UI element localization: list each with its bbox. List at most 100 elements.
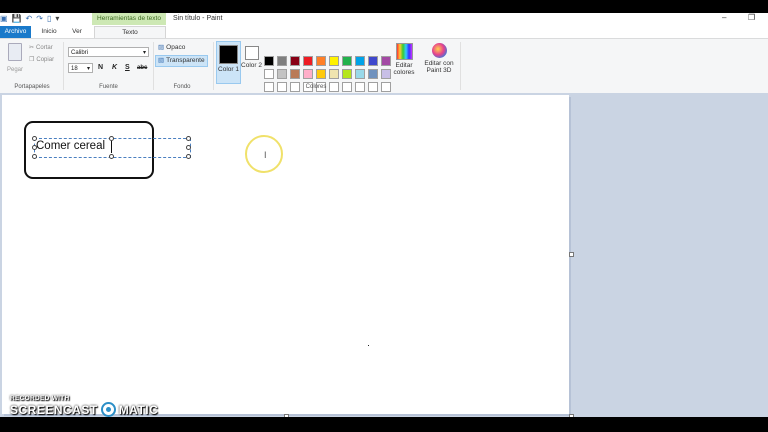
- palette-swatch[interactable]: [355, 56, 365, 66]
- title-bar: ▣ 💾 ↶ ↷ ▯ ▾ Herramientas de texto Sin tí…: [0, 13, 768, 26]
- screencast-watermark: RECORDED WITH SCREENCAST MATIC: [10, 395, 158, 417]
- palette-swatch[interactable]: [264, 56, 274, 66]
- paste-label: Pegar: [6, 67, 23, 73]
- palette-swatch[interactable]: [303, 69, 313, 79]
- chevron-down-icon: ▾: [142, 50, 146, 56]
- resize-handle[interactable]: [186, 145, 191, 150]
- color2-button[interactable]: Color 2: [241, 41, 262, 82]
- copy-icon: ❐: [29, 57, 35, 63]
- copy-button[interactable]: ❐ Copiar: [29, 56, 55, 64]
- tab-ver[interactable]: Ver: [68, 26, 86, 38]
- paste-button[interactable]: Pegar: [4, 43, 26, 73]
- stray-pixel: [368, 345, 369, 346]
- palette-swatch[interactable]: [329, 69, 339, 79]
- watermark-main: SCREENCAST MATIC: [10, 402, 158, 417]
- text-box-content[interactable]: Comer cereal: [36, 140, 105, 152]
- font-family-select[interactable]: Calibri ▾: [68, 47, 149, 57]
- context-tab-label: Herramientas de texto: [92, 13, 166, 25]
- undo-icon[interactable]: ↶: [26, 14, 33, 24]
- new-file-icon[interactable]: ▯: [47, 14, 51, 24]
- divider: [153, 42, 154, 90]
- font-size-select[interactable]: 18 ▾: [68, 63, 93, 73]
- screencast-logo-icon: [100, 402, 116, 417]
- paint3d-button[interactable]: Editar con Paint 3D: [421, 41, 457, 74]
- color-wheel-icon: [395, 43, 413, 60]
- palette-swatch[interactable]: [381, 56, 391, 66]
- cut-label: Cortar: [36, 44, 53, 51]
- transparent-option[interactable]: ▧ Transparente: [155, 55, 208, 67]
- watermark-right-text: MATIC: [118, 402, 159, 417]
- font-size-value: 18: [71, 66, 78, 72]
- palette-swatch[interactable]: [368, 56, 378, 66]
- palette-swatch[interactable]: [342, 69, 352, 79]
- paint3d-icon: [431, 43, 447, 58]
- app-icon[interactable]: ▣: [0, 14, 8, 24]
- group-label-background: Fondo: [173, 84, 191, 90]
- canvas-resize-handle-right[interactable]: [569, 252, 574, 257]
- font-family-value: Calibri: [71, 50, 89, 56]
- window-title: Sin título - Paint: [173, 15, 223, 22]
- paint-window: ▣ 💾 ↶ ↷ ▯ ▾ Herramientas de texto Sin tí…: [0, 13, 768, 417]
- palette-swatch[interactable]: [316, 69, 326, 79]
- palette-swatch[interactable]: [303, 56, 313, 66]
- italic-button[interactable]: K: [112, 64, 117, 71]
- color1-button[interactable]: Color 1: [216, 41, 241, 84]
- transparent-label: Transparente: [166, 57, 205, 64]
- divider: [63, 42, 64, 90]
- tab-inicio[interactable]: Inicio: [38, 26, 60, 38]
- text-caret: [111, 141, 112, 153]
- palette-swatch[interactable]: [277, 69, 287, 79]
- palette-swatch[interactable]: [290, 56, 300, 66]
- copy-label: Copiar: [36, 56, 55, 63]
- color2-swatch: [244, 46, 259, 60]
- canvas-resize-handle-corner[interactable]: [569, 414, 574, 417]
- palette-swatch[interactable]: [316, 56, 326, 66]
- resize-handle[interactable]: [186, 154, 191, 159]
- palette-swatch[interactable]: [368, 69, 378, 79]
- ribbon-tabs: Archivo Inicio Ver Texto: [0, 26, 768, 38]
- watermark-left-text: SCREENCAST: [10, 402, 98, 417]
- scissors-icon: ✂: [29, 45, 35, 51]
- group-label-font: Fuente: [99, 84, 118, 90]
- divider: [213, 42, 214, 90]
- group-label-clipboard: Portapapeles: [14, 84, 50, 90]
- save-icon[interactable]: 💾: [12, 14, 22, 24]
- minimize-button[interactable]: –: [722, 13, 726, 22]
- resize-handle[interactable]: [109, 154, 114, 159]
- palette-swatch[interactable]: [329, 56, 339, 66]
- palette-swatch[interactable]: [355, 69, 365, 79]
- paint3d-label: Editar con Paint 3D: [424, 60, 454, 74]
- underline-button[interactable]: S: [125, 64, 130, 71]
- customize-qat-icon[interactable]: ▾: [55, 14, 59, 24]
- opaque-icon: ▨: [158, 44, 165, 51]
- opaque-option[interactable]: ▨ Opaco: [156, 43, 187, 53]
- watermark-top-text: RECORDED WITH: [10, 395, 70, 402]
- resize-handle[interactable]: [32, 154, 37, 159]
- color1-swatch: [219, 45, 238, 64]
- color2-label: Color 2: [241, 62, 262, 69]
- edit-colors-button[interactable]: Editar colores: [392, 41, 416, 76]
- redo-icon[interactable]: ↷: [36, 14, 43, 24]
- chevron-down-icon: ▾: [86, 66, 90, 72]
- palette-swatch[interactable]: [381, 69, 391, 79]
- resize-handle[interactable]: [186, 136, 191, 141]
- cut-button[interactable]: ✂ Cortar: [29, 44, 53, 52]
- palette-swatch[interactable]: [277, 56, 287, 66]
- drawing-canvas[interactable]: Comer cereal I: [2, 95, 569, 414]
- tab-texto[interactable]: Texto: [94, 26, 166, 38]
- edit-colors-label: Editar colores: [393, 62, 415, 76]
- ibeam-cursor-icon: I: [264, 150, 267, 160]
- palette-swatch[interactable]: [290, 69, 300, 79]
- palette-swatch[interactable]: [264, 69, 274, 79]
- opaque-label: Opaco: [166, 44, 186, 51]
- restore-button[interactable]: ❐: [748, 13, 755, 22]
- bold-button[interactable]: N: [98, 64, 103, 71]
- clipboard-icon: [8, 43, 22, 61]
- color1-label: Color 1: [218, 66, 239, 73]
- strikethrough-button[interactable]: abc: [137, 65, 147, 71]
- canvas-workspace: Comer cereal I RECORDED WITH SCREENCAST …: [0, 93, 768, 417]
- tab-archivo[interactable]: Archivo: [0, 26, 31, 38]
- divider: [460, 42, 461, 90]
- palette-swatch[interactable]: [342, 56, 352, 66]
- canvas-resize-handle-bottom[interactable]: [284, 414, 289, 417]
